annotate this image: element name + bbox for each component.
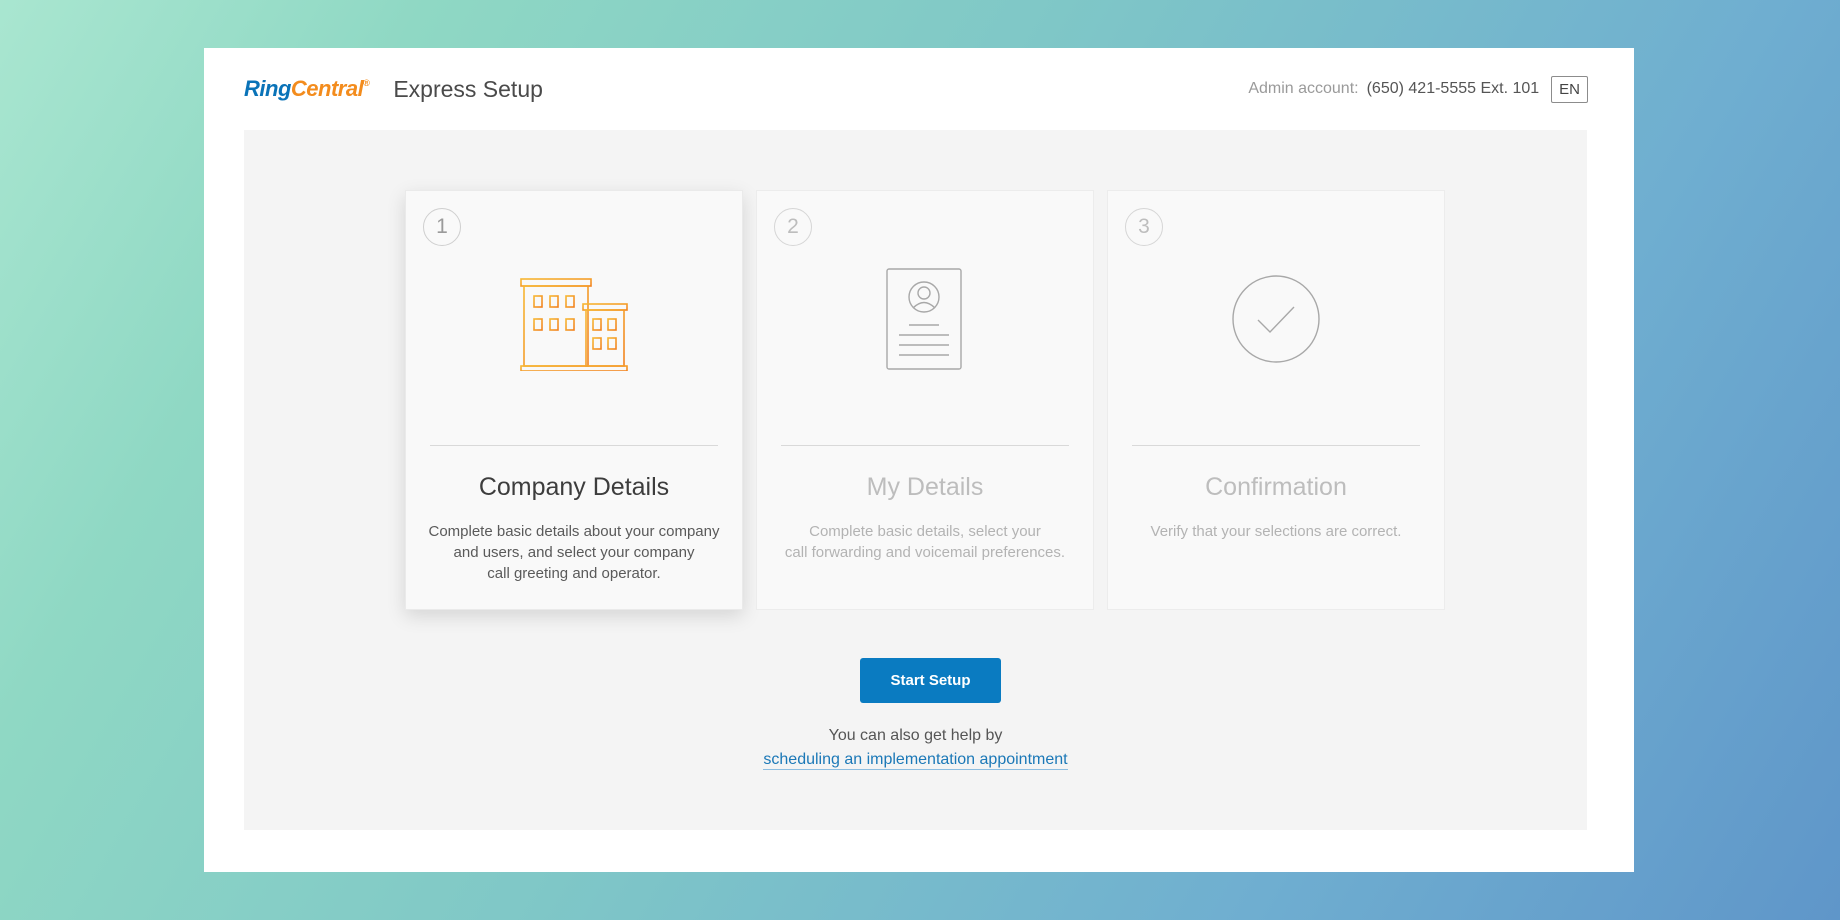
building-icon [406, 259, 742, 379]
setup-window: Ring Central ® Express Setup Admin account… [204, 48, 1634, 872]
step-number: 3 [1125, 208, 1163, 246]
step-number: 1 [423, 208, 461, 246]
step-card-confirmation[interactable]: 3 Confirmation Verify that your selectio… [1107, 190, 1445, 610]
step-title: Confirmation [1205, 473, 1347, 501]
start-setup-button[interactable]: Start Setup [860, 658, 1001, 703]
step-title: Company Details [478, 473, 670, 501]
profile-card-icon [757, 259, 1093, 379]
step-description: Complete basic details about your compan… [428, 523, 720, 582]
schedule-appointment-link[interactable]: scheduling an implementation appointment [763, 751, 1068, 770]
brand: Ring Central ® Express Setup [244, 76, 543, 103]
step-title: My Details [866, 473, 984, 501]
logo-central-text: Central [290, 76, 364, 101]
step-card-my-details[interactable]: 2 My Details Complete basic details, sel… [756, 190, 1094, 610]
main-panel: 1 Company Details Complete basic details… [244, 130, 1587, 830]
checkmark-circle-icon [1108, 259, 1444, 379]
steps-list: 1 Company Details Complete basic details… [405, 190, 1445, 610]
admin-account-number: (650) 421-5555 Ext. 101 [1366, 80, 1540, 97]
ringcentral-logo: Ring Central ® [244, 76, 370, 102]
logo-registered-mark: ® [363, 78, 370, 88]
language-button[interactable]: EN [1551, 75, 1588, 103]
logo-ring-text: Ring [244, 76, 291, 101]
card-divider [781, 445, 1069, 446]
header: Ring Central ® Express Setup Admin account… [244, 48, 1588, 130]
card-divider [1132, 445, 1420, 446]
card-divider [430, 445, 718, 446]
app-title: Express Setup [393, 75, 543, 102]
admin-account-label: Admin account: [1248, 80, 1359, 97]
step-card-company-details[interactable]: 1 Company Details Complete basic details… [405, 190, 743, 610]
help-text: You can also get help by [828, 727, 1003, 744]
admin-account: Admin account: (650) 421-5555 Ext. 101 E… [1248, 75, 1588, 103]
step-description: Complete basic details, select your call… [784, 523, 1066, 561]
step-number: 2 [774, 208, 812, 246]
step-description: Verify that your selections are correct. [1150, 523, 1402, 540]
help-section: You can also get help by scheduling an i… [244, 724, 1587, 772]
